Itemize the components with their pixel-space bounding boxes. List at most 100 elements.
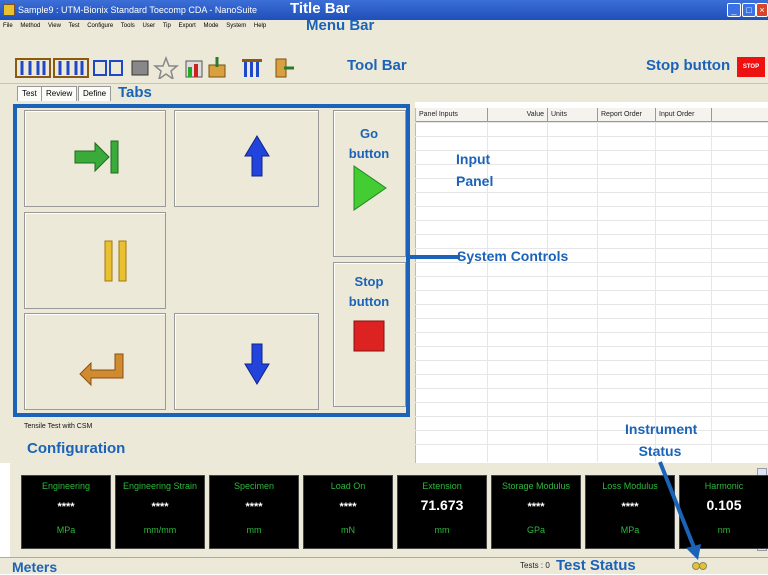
meter-label: Load On	[330, 481, 366, 491]
columns-icon-2[interactable]	[53, 58, 89, 78]
grid-col-line	[655, 122, 656, 462]
meter: Engineering Strain **** mm/mm	[115, 475, 205, 549]
grid-col-line	[597, 122, 598, 462]
close-icon[interactable]: ×	[756, 3, 768, 17]
meter: Extension 71.673 mm	[397, 475, 487, 549]
meter-value: ****	[57, 501, 75, 513]
meter: Storage Modulus **** GPa	[491, 475, 581, 549]
title-bar: Sample9 : UTM-Bionix Standard Toecomp CD…	[0, 0, 768, 20]
menu-test[interactable]: Test	[69, 23, 80, 29]
menu-file[interactable]: File	[3, 23, 13, 29]
columns-icon[interactable]	[15, 58, 51, 78]
grid-row[interactable]	[415, 220, 768, 221]
tab-strip	[0, 84, 768, 102]
col-empty	[712, 108, 768, 122]
meter-unit: mm	[434, 525, 450, 535]
meter-label: Extension	[422, 481, 462, 491]
minimize-icon[interactable]: _	[727, 3, 741, 17]
annotation-instrument-status: Instrument Status	[625, 421, 698, 459]
annotation-menu-bar: Menu Bar	[306, 17, 375, 34]
grid-col-line	[711, 122, 712, 462]
annotation-input-panel: Input Panel	[456, 151, 494, 189]
meter-value: ****	[151, 501, 169, 513]
meter-unit: GPa	[526, 525, 545, 535]
meter: Load On **** mN	[303, 475, 393, 549]
grid-row[interactable]	[415, 206, 768, 207]
toolbar-stop-button[interactable]: STOP	[737, 57, 765, 77]
grid-row[interactable]	[415, 374, 768, 375]
bars-icon[interactable]	[242, 59, 262, 77]
menu-help[interactable]: Help	[254, 23, 266, 29]
annotation-stop-button-2: Stop button	[348, 274, 390, 309]
grid-row[interactable]	[415, 360, 768, 361]
grid-row[interactable]	[415, 318, 768, 319]
toolbar-icons	[15, 55, 294, 79]
meter-value: 71.673	[420, 497, 464, 513]
stack-icon[interactable]	[131, 60, 149, 76]
grid-row[interactable]	[415, 346, 768, 347]
menu-bar: File Method View Test Configure Tools Us…	[0, 20, 768, 32]
meter-value: ****	[527, 501, 545, 513]
grid-row[interactable]	[415, 304, 768, 305]
menu-method[interactable]: Method	[20, 23, 40, 29]
grid-row[interactable]	[415, 192, 768, 193]
col-input-order[interactable]: Input Order	[656, 108, 712, 122]
app-icon	[3, 4, 15, 16]
meter-label: Engineering	[41, 481, 91, 491]
grid-row[interactable]	[415, 234, 768, 235]
exit-icon[interactable]	[275, 58, 294, 78]
meter-value: ****	[245, 501, 263, 513]
menu-user[interactable]: User	[142, 23, 155, 29]
menu-view[interactable]: View	[48, 23, 61, 29]
annotation-system-controls: System Controls	[457, 248, 569, 264]
grid-col-line	[547, 122, 548, 462]
meter-unit: MPa	[56, 525, 76, 535]
meter-label: Engineering Strain	[122, 481, 198, 491]
meter-label: Storage Modulus	[501, 481, 571, 491]
annotation-arrow-instrument-status	[658, 461, 701, 560]
col-units[interactable]: Units	[548, 108, 598, 122]
annotation-go-button: Go button	[348, 126, 390, 161]
col-value[interactable]: Value	[488, 108, 548, 122]
menu-mode[interactable]: Mode	[204, 23, 219, 29]
grid-row[interactable]	[415, 388, 768, 389]
annotation-tabs: Tabs	[118, 84, 152, 101]
menu-export[interactable]: Export	[178, 23, 195, 29]
tab-review[interactable]: Review	[41, 86, 78, 101]
grid-row[interactable]	[415, 402, 768, 403]
grid-row[interactable]	[415, 276, 768, 277]
meter: Specimen **** mm	[209, 475, 299, 549]
meter-unit: mN	[341, 525, 355, 535]
menu-configure[interactable]: Configure	[87, 23, 113, 29]
method-name: Tensile Test with CSM	[24, 423, 93, 430]
annotation-line-system-controls	[410, 255, 460, 259]
meter-unit: mm	[246, 525, 262, 535]
tab-define[interactable]: Define	[78, 86, 112, 101]
grid-row[interactable]	[415, 122, 768, 123]
annotation-configuration: Configuration	[27, 440, 126, 457]
annotation-tool-bar: Tool Bar	[347, 57, 407, 74]
tests-count: Tests : 0	[520, 561, 550, 570]
menu-system[interactable]: System	[226, 23, 246, 29]
col-report-order[interactable]: Report Order	[598, 108, 656, 122]
grid-row[interactable]	[415, 332, 768, 333]
grid-icon[interactable]	[93, 60, 123, 76]
star-icon[interactable]	[152, 55, 180, 79]
meter-value: ****	[339, 501, 357, 513]
grid-row[interactable]	[415, 136, 768, 137]
annotation-test-status: Test Status	[556, 557, 636, 574]
tab-test[interactable]: Test	[17, 86, 42, 101]
menu-tools[interactable]: Tools	[121, 23, 135, 29]
grid-row[interactable]	[415, 290, 768, 291]
window-title: Sample9 : UTM-Bionix Standard Toecomp CD…	[18, 5, 257, 15]
grid-row[interactable]	[415, 444, 768, 445]
grid-row[interactable]	[415, 430, 768, 431]
chart-icon[interactable]	[185, 60, 203, 78]
import-icon[interactable]	[208, 57, 226, 78]
maximize-icon[interactable]: □	[742, 3, 756, 17]
menu-tip[interactable]: Tip	[163, 23, 171, 29]
meter-label: Specimen	[233, 481, 275, 491]
annotation-stop-button: Stop button	[646, 57, 731, 74]
col-panel-inputs[interactable]: Panel Inputs	[416, 108, 488, 122]
grid-row[interactable]	[415, 416, 768, 417]
